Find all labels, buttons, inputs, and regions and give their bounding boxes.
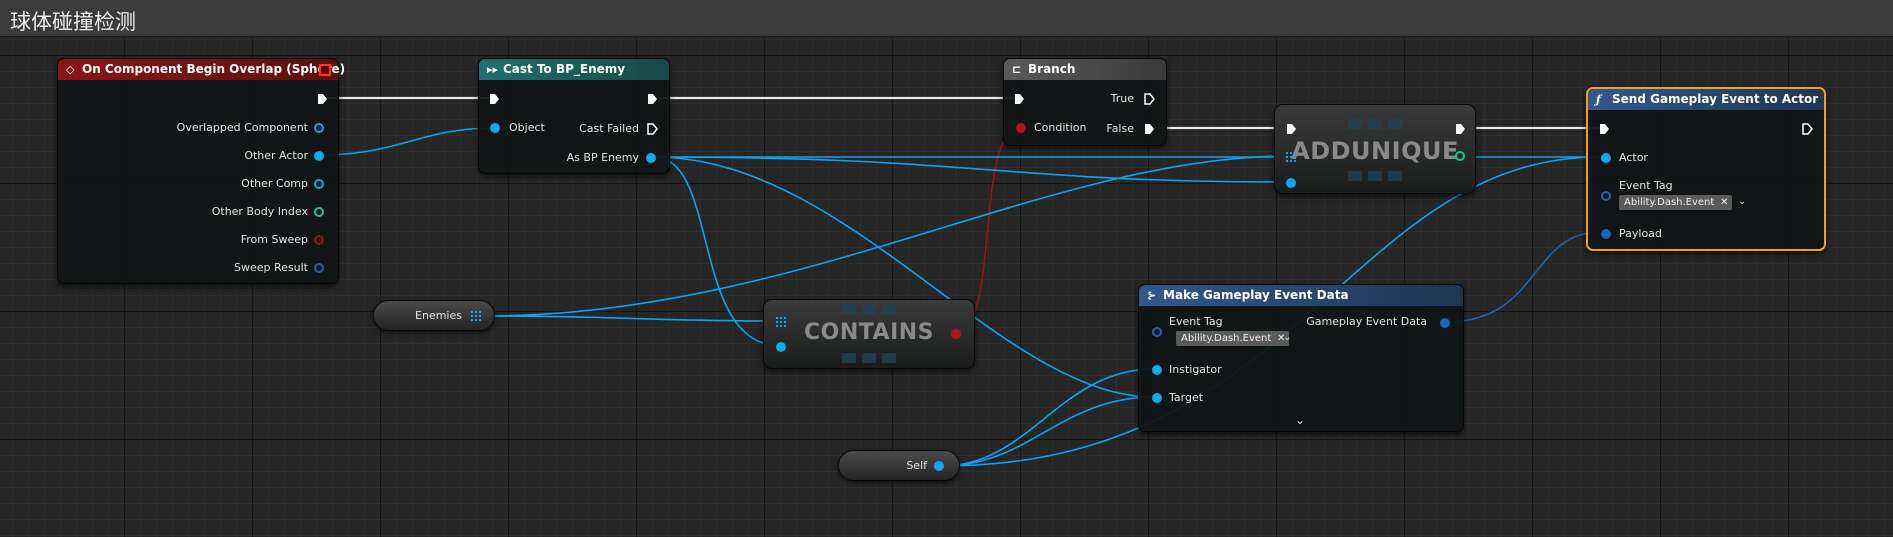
cast-failed-exec-pin[interactable] (647, 123, 658, 135)
cast-node-title: Cast To BP_Enemy (503, 62, 626, 76)
make-event-output-pin[interactable] (1440, 318, 1450, 328)
enemies-array-pin[interactable] (471, 311, 481, 321)
addunique-item-pin[interactable] (1286, 178, 1296, 188)
make-event-tag-label: Event Tag (1169, 315, 1223, 328)
from-sweep-pin[interactable] (314, 235, 324, 245)
self-variable-label: Self (906, 459, 927, 472)
make-struct-icon: ⊱ (1147, 289, 1157, 302)
addunique-title: ADDUNIQUE (1291, 137, 1459, 165)
send-gameplay-event-node[interactable]: ƒ Send Gameplay Event to Actor Actor Eve… (1586, 87, 1826, 251)
event-node-header: ◇ On Component Begin Overlap (Sphere) (58, 59, 345, 80)
branch-node-title: Branch (1028, 62, 1076, 76)
contains-array-pin[interactable] (776, 317, 786, 327)
self-variable-node[interactable]: Self (838, 450, 960, 481)
pin-label-other-body-index: Other Body Index (211, 205, 308, 218)
make-event-target-label: Target (1169, 391, 1204, 404)
branch-condition-label: Condition (1034, 121, 1087, 134)
cast-node-header: ▸▸ Cast To BP_Enemy (479, 59, 669, 80)
make-event-instigator-pin[interactable] (1152, 365, 1162, 375)
send-event-tag-chip[interactable]: Ability.Dash.Event ✕ (1619, 195, 1733, 210)
branch-true-exec-pin[interactable] (1144, 93, 1155, 105)
branch-true-label: True (1110, 92, 1134, 105)
send-event-exec-out-pin[interactable] (1802, 123, 1813, 135)
make-event-tag-chip[interactable]: Ability.Dash.Event ✕ (1176, 331, 1290, 346)
contains-decoration-bottom (842, 353, 896, 363)
make-event-node-header: ⊱ Make Gameplay Event Data (1139, 285, 1463, 306)
other-actor-pin[interactable] (314, 151, 324, 161)
send-event-tag-value: Ability.Dash.Event (1624, 197, 1715, 208)
branch-false-exec-pin[interactable] (1144, 123, 1155, 135)
event-node-begin-overlap[interactable]: ◇ On Component Begin Overlap (Sphere) Ov… (57, 58, 345, 284)
addunique-exec-out-pin[interactable] (1455, 123, 1466, 135)
other-comp-pin[interactable] (314, 179, 324, 189)
event-diamond-icon: ◇ (66, 63, 75, 76)
branch-false-label: False (1106, 122, 1134, 135)
send-event-actor-label: Actor (1619, 151, 1648, 164)
branch-exec-in-pin[interactable] (1014, 93, 1025, 105)
contains-item-pin[interactable] (776, 342, 786, 352)
branch-condition-pin[interactable] (1016, 123, 1026, 133)
clear-tag-icon[interactable]: ✕ (1720, 195, 1728, 210)
expand-chevron-icon[interactable]: ⌄ (1295, 413, 1305, 427)
contains-return-pin[interactable] (951, 329, 961, 339)
branch-node[interactable]: ⊏ Branch True Condition False (1003, 58, 1167, 146)
contains-title: CONTAINS (803, 320, 935, 345)
cast-exec-out-pin[interactable] (647, 93, 658, 105)
delegate-red-square-icon[interactable] (319, 64, 331, 76)
chevron-down-icon[interactable]: ⌄ (1738, 196, 1746, 207)
addunique-index-pin[interactable] (1455, 151, 1465, 161)
cast-object-label: Object (509, 121, 545, 134)
chevron-down-icon[interactable]: ⌄ (1283, 332, 1291, 343)
self-output-pin[interactable] (934, 461, 944, 471)
contains-node[interactable]: CONTAINS (763, 299, 975, 369)
send-event-payload-label: Payload (1619, 227, 1662, 240)
make-event-tag-value: Ability.Dash.Event (1181, 333, 1272, 344)
branch-icon: ⊏ (1012, 63, 1022, 76)
make-event-tag-pin[interactable] (1152, 327, 1162, 337)
branch-node-header: ⊏ Branch (1004, 59, 1166, 80)
enemies-variable-label: Enemies (415, 309, 462, 322)
send-event-tag-pin[interactable] (1601, 191, 1611, 201)
pin-label-other-actor: Other Actor (244, 149, 308, 162)
cast-object-pin[interactable] (490, 123, 500, 133)
enemies-variable-node[interactable]: Enemies (373, 300, 495, 331)
as-bp-enemy-pin[interactable] (646, 153, 656, 163)
event-node-title: On Component Begin Overlap (Sphere) (82, 62, 346, 76)
graph-title-bar: 球体碰撞检测 (0, 0, 1893, 37)
send-event-payload-pin[interactable] (1601, 229, 1611, 239)
send-event-node-title: Send Gameplay Event to Actor (1612, 92, 1819, 106)
exec-out-pin[interactable] (317, 93, 328, 105)
pin-label-sweep-result: Sweep Result (234, 261, 308, 274)
make-event-node-title: Make Gameplay Event Data (1163, 288, 1349, 302)
pin-label-from-sweep: From Sweep (240, 233, 308, 246)
function-icon: ƒ (1596, 93, 1601, 106)
graph-title: 球体碰撞检测 (10, 10, 136, 34)
addunique-decoration-top (1348, 119, 1402, 129)
pin-label-other-comp: Other Comp (241, 177, 308, 190)
other-body-index-pin[interactable] (314, 207, 324, 217)
addunique-decoration-bottom (1348, 171, 1402, 181)
cast-arrows-icon: ▸▸ (487, 63, 499, 76)
sweep-result-pin[interactable] (314, 263, 324, 273)
addunique-node[interactable]: ADDUNIQUE (1274, 104, 1476, 194)
contains-decoration-top (842, 304, 896, 314)
make-event-target-pin[interactable] (1152, 393, 1162, 403)
send-event-node-header: ƒ Send Gameplay Event to Actor (1588, 89, 1824, 110)
overlapped-component-pin[interactable] (314, 123, 324, 133)
send-event-actor-pin[interactable] (1601, 153, 1611, 163)
make-event-output-label: Gameplay Event Data (1306, 315, 1427, 328)
as-bp-enemy-label: As BP Enemy (566, 151, 639, 164)
send-event-tag-label: Event Tag (1619, 179, 1673, 192)
make-gameplay-event-data-node[interactable]: ⊱ Make Gameplay Event Data Event Tag Abi… (1138, 284, 1464, 432)
cast-node[interactable]: ▸▸ Cast To BP_Enemy Object Cast Failed A… (478, 58, 670, 174)
make-event-instigator-label: Instigator (1169, 363, 1222, 376)
addunique-exec-in-pin[interactable] (1286, 123, 1297, 135)
cast-failed-label: Cast Failed (579, 122, 639, 135)
cast-exec-in-pin[interactable] (489, 93, 500, 105)
addunique-array-pin[interactable] (1286, 152, 1296, 162)
send-event-exec-in-pin[interactable] (1599, 123, 1610, 135)
pin-label-overlapped-component: Overlapped Component (176, 121, 308, 134)
